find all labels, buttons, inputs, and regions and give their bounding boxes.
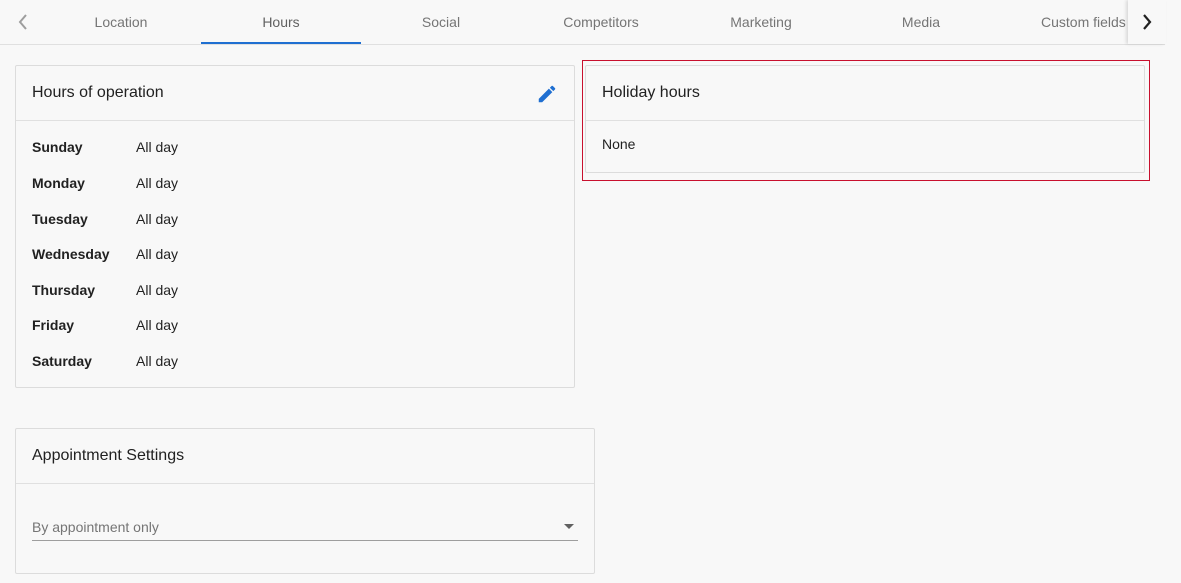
pencil-icon <box>538 85 556 103</box>
hours-row-tuesday: Tuesday All day <box>32 209 178 229</box>
hours-row-thursday: Thursday All day <box>32 280 178 300</box>
tab-custom-fields[interactable]: Custom fields <box>1001 0 1129 44</box>
chevron-right-icon <box>1143 14 1152 30</box>
appointment-card-title: Appointment Settings <box>32 447 185 464</box>
hours-row-wednesday: Wednesday All day <box>32 244 178 264</box>
hours-value: All day <box>136 282 179 298</box>
hours-card-title: Hours of operation <box>32 84 164 101</box>
appointment-card-header: Appointment Settings <box>16 429 594 484</box>
tab-location[interactable]: Location <box>41 0 201 44</box>
holiday-card-header: Holiday hours <box>586 66 1144 121</box>
day-label: Friday <box>32 317 75 333</box>
tab-scroll-left-button[interactable] <box>4 0 42 44</box>
hours-row-sunday: Sunday All day <box>32 137 178 157</box>
appointment-select[interactable]: By appointment only <box>32 515 578 541</box>
tab-social[interactable]: Social <box>361 0 521 44</box>
hours-value: All day <box>136 353 179 369</box>
tab-scroll-right-button[interactable] <box>1128 0 1166 44</box>
day-label: Tuesday <box>32 211 88 227</box>
hours-row-saturday: Saturday All day <box>32 351 178 371</box>
hours-of-operation-card: Hours of operation Sunday All day Monday A… <box>15 65 575 388</box>
holiday-card-title: Holiday hours <box>602 84 700 101</box>
tab-marketing[interactable]: Marketing <box>681 0 841 44</box>
dropdown-arrow-icon <box>564 524 574 529</box>
appointment-settings-card: Appointment Settings By appointment only <box>15 428 595 574</box>
hours-value: All day <box>136 175 179 191</box>
active-tab-indicator <box>201 42 361 44</box>
tab-bar: Location Hours Social Competitors Market… <box>0 0 1166 45</box>
tab-media[interactable]: Media <box>841 0 1001 44</box>
day-label: Sunday <box>32 139 83 155</box>
hours-value: All day <box>136 139 179 155</box>
holiday-hours-value: None <box>602 136 636 152</box>
tab-hours[interactable]: Hours <box>201 0 361 44</box>
hours-row-monday: Monday All day <box>32 173 178 193</box>
hours-value: All day <box>136 317 179 333</box>
tab-competitors[interactable]: Competitors <box>521 0 681 44</box>
day-label: Monday <box>32 175 85 191</box>
appointment-select-value: By appointment only <box>32 519 159 535</box>
hours-card-header: Hours of operation <box>16 66 574 121</box>
day-label: Thursday <box>32 282 96 298</box>
day-label: Wednesday <box>32 246 110 262</box>
hours-row-friday: Friday All day <box>32 315 178 335</box>
hours-value: All day <box>136 211 179 227</box>
day-label: Saturday <box>32 353 92 369</box>
chevron-left-icon <box>18 14 27 30</box>
hours-value: All day <box>136 246 179 262</box>
holiday-hours-card: Holiday hours None <box>585 65 1145 173</box>
edit-hours-button[interactable] <box>536 83 558 105</box>
